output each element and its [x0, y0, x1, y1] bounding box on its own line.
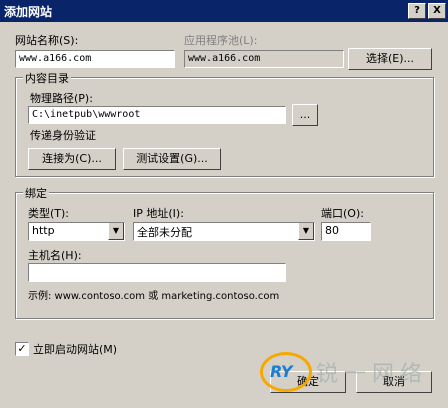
- physical-path-input[interactable]: C:\inetpub\wwwroot: [28, 106, 286, 124]
- physical-path-label: 物理路径(P):: [30, 92, 93, 105]
- type-select[interactable]: http ▼: [28, 222, 125, 241]
- start-site-label: 立即启动网站(M): [33, 343, 118, 356]
- app-pool-field: www.a166.com: [184, 50, 344, 68]
- watermark-text: 锐一网络: [316, 362, 429, 387]
- type-label: 类型(T):: [28, 207, 70, 220]
- port-label: 端口(O):: [321, 207, 364, 220]
- help-button[interactable]: ?: [408, 3, 426, 19]
- ip-address-select[interactable]: 全部未分配 ▼: [133, 222, 315, 241]
- close-button[interactable]: X: [428, 3, 446, 19]
- content-legend: 内容目录: [23, 70, 71, 86]
- connect-as-button[interactable]: 连接为(C)...: [28, 148, 116, 170]
- host-name-input[interactable]: [28, 263, 286, 282]
- pass-through-auth-label: 传递身份验证: [30, 129, 96, 142]
- type-select-value: http: [32, 224, 55, 237]
- site-name-label: 网站名称(S):: [15, 34, 79, 47]
- port-input[interactable]: 80: [321, 222, 371, 241]
- ip-address-label: IP 地址(I):: [133, 207, 184, 220]
- test-settings-button[interactable]: 测试设置(G)...: [123, 148, 221, 170]
- select-app-pool-button[interactable]: 选择(E)...: [348, 48, 432, 70]
- site-name-input[interactable]: www.a166.com: [15, 50, 175, 68]
- app-pool-label: 应用程序池(L):: [184, 34, 258, 47]
- start-site-checkbox[interactable]: ✓: [15, 342, 29, 356]
- browse-button[interactable]: ...: [292, 104, 318, 126]
- host-name-label: 主机名(H):: [28, 249, 82, 262]
- title-bar: 添加网站 ? X: [0, 0, 448, 22]
- watermark-logo-text: RY: [270, 362, 293, 381]
- window-title: 添加网站: [4, 5, 53, 19]
- ip-address-select-value: 全部未分配: [137, 226, 192, 239]
- chevron-down-icon[interactable]: ▼: [108, 223, 124, 240]
- chevron-down-icon[interactable]: ▼: [298, 223, 314, 240]
- host-example-text: 示例: www.contoso.com 或 marketing.contoso.…: [28, 291, 280, 302]
- binding-legend: 绑定: [23, 185, 49, 201]
